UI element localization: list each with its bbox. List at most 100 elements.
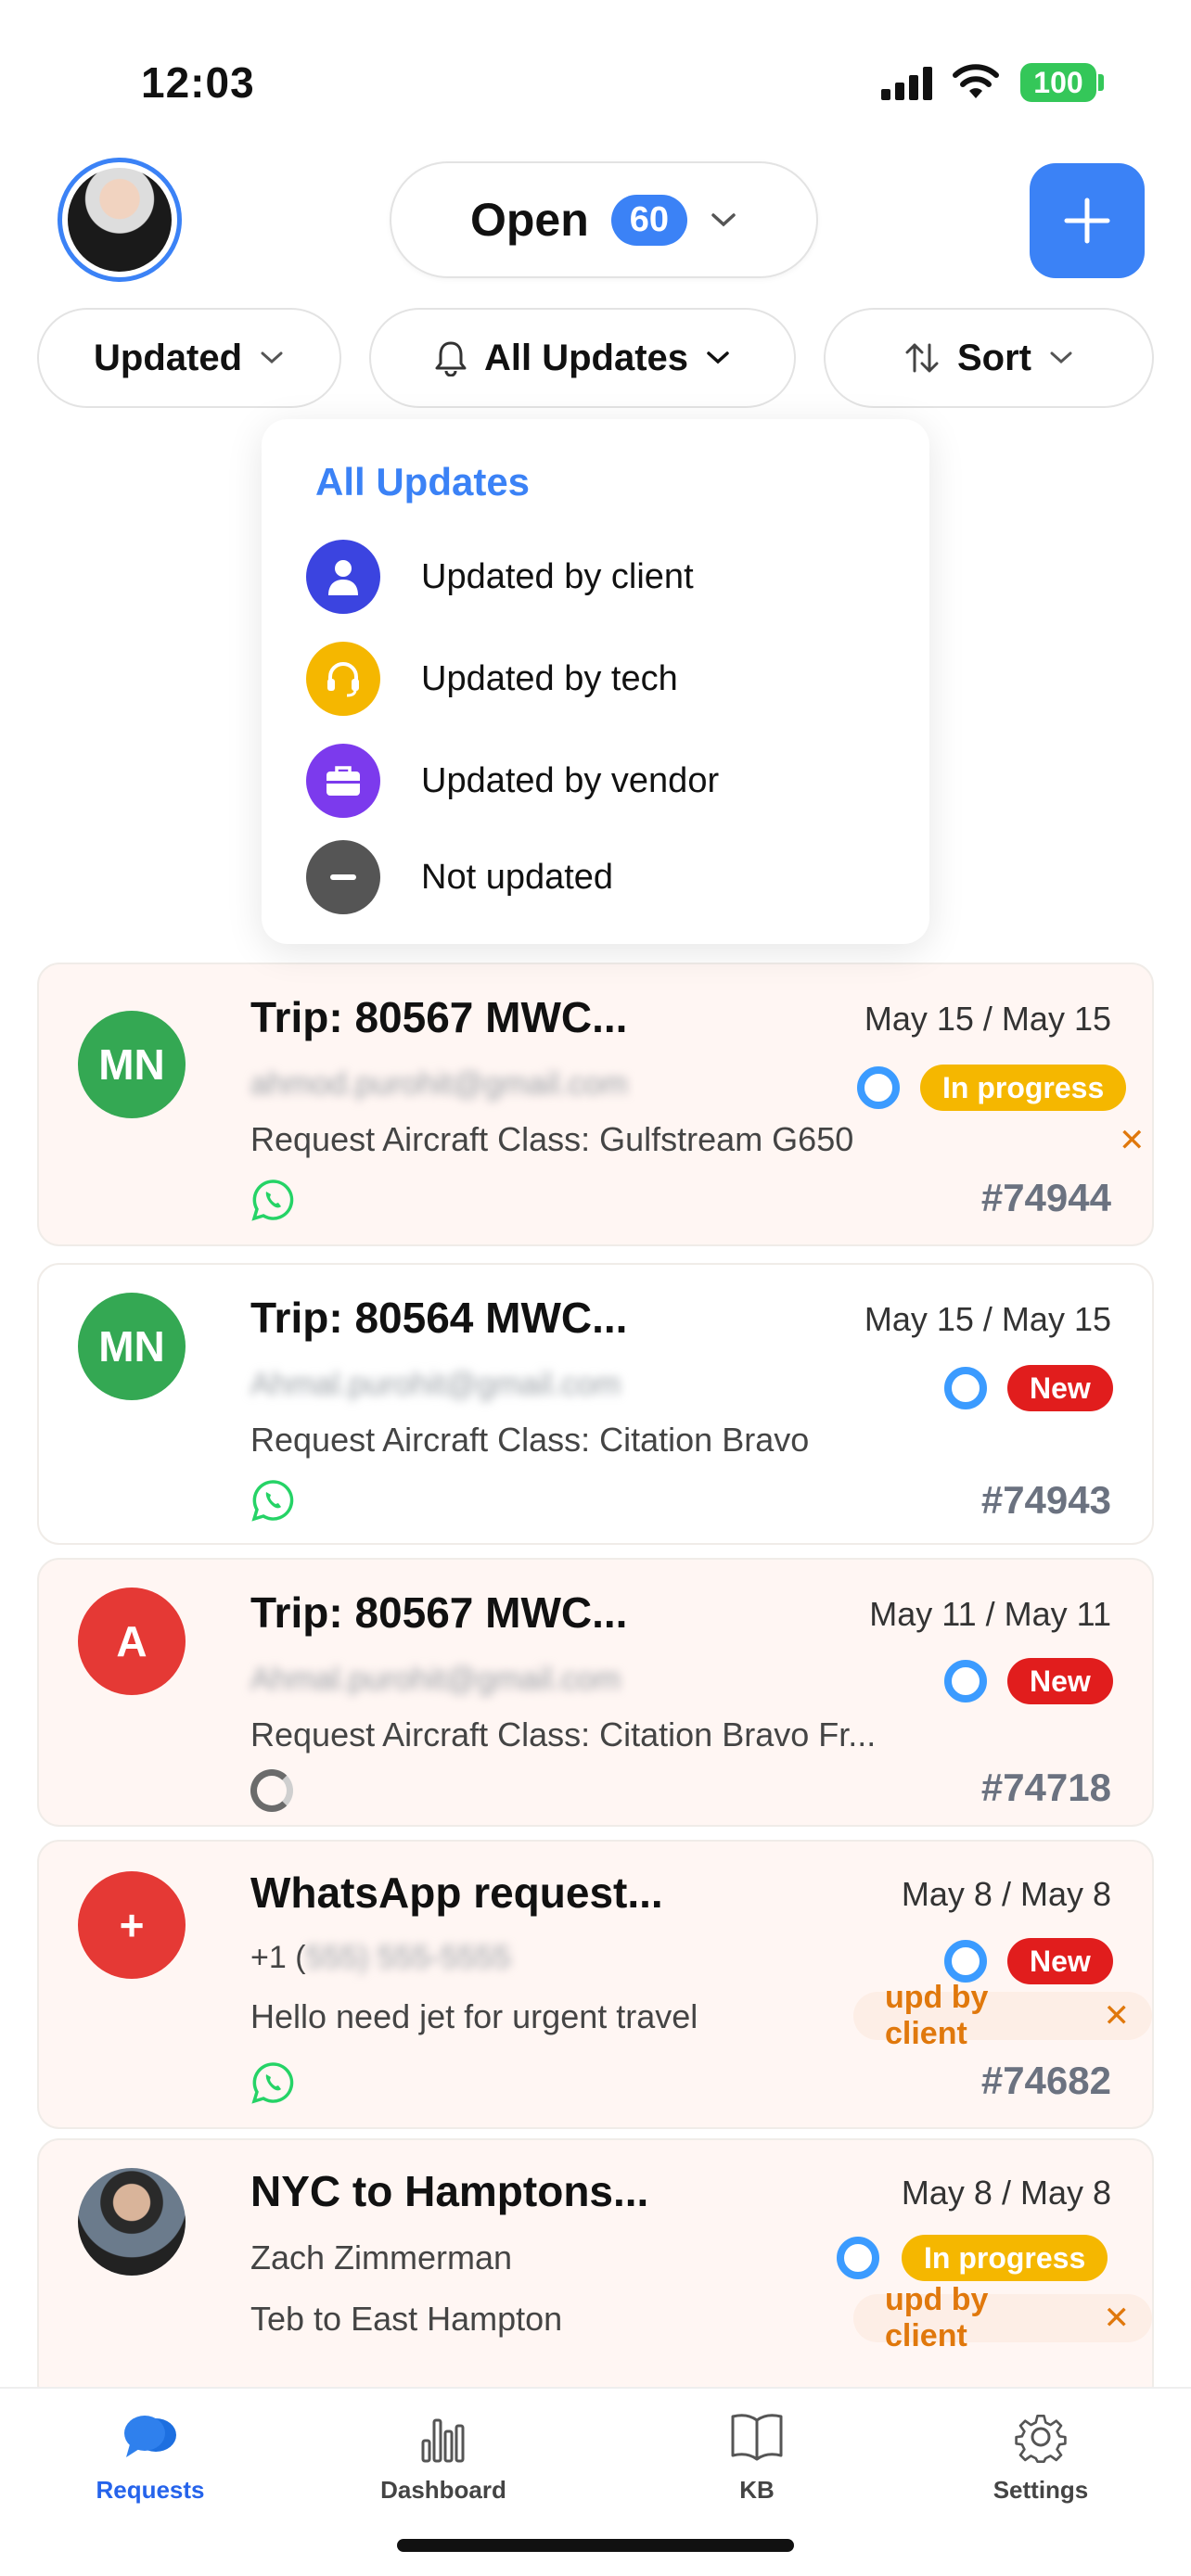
tab-dashboard[interactable]: Dashboard	[351, 2407, 536, 2505]
sort-label: Sort	[957, 337, 1031, 378]
client-phone: +1 ( 555) 555-5555	[250, 1940, 511, 1976]
plus-icon	[1064, 198, 1110, 244]
status-badge: New	[1007, 1365, 1113, 1411]
menu-item-label: Updated by client	[421, 556, 694, 596]
client-email: Ahmal.purohit@gmail.com	[250, 1367, 621, 1402]
phone-prefix: +1 (	[250, 1940, 306, 1975]
status-badge: New	[1007, 1938, 1113, 1984]
sort-arrows-icon	[905, 343, 939, 373]
briefcase-icon	[306, 744, 380, 818]
tab-label: Dashboard	[380, 2476, 506, 2504]
sort-button[interactable]: Sort	[824, 308, 1154, 408]
request-dates: May 15 / May 15	[864, 1300, 1111, 1338]
request-title: Trip: 80567 MWC...	[250, 1588, 628, 1637]
add-request-button[interactable]	[1030, 163, 1145, 278]
request-card[interactable]: + WhatsApp request... May 8 / May 8 +1 (…	[37, 1840, 1154, 2129]
status-ring-icon	[944, 1367, 987, 1409]
status-filter-label: Open	[469, 194, 589, 246]
tab-kb[interactable]: KB	[664, 2407, 850, 2505]
status-filter-button[interactable]: Open 60	[390, 161, 818, 278]
request-dates: May 8 / May 8	[901, 1875, 1111, 1913]
whatsapp-icon	[251, 1180, 294, 1221]
chevron-down-icon	[1050, 351, 1072, 364]
request-description: Hello need jet for urgent travel	[250, 1997, 698, 2035]
request-title: WhatsApp request...	[250, 1868, 663, 1917]
dismiss-update-icon[interactable]: ✕	[1119, 1122, 1146, 1159]
request-card[interactable]: MN Trip: 80567 MWC... May 15 / May 15 ah…	[37, 963, 1154, 1246]
client-name: Zach Zimmerman	[250, 2238, 513, 2276]
profile-avatar[interactable]	[58, 158, 182, 282]
minus-icon	[306, 840, 380, 914]
close-icon[interactable]: ✕	[1104, 2300, 1131, 2337]
all-updates-filter[interactable]: All Updates	[369, 308, 796, 408]
all-updates-label: All Updates	[483, 337, 689, 378]
request-title: Trip: 80567 MWC...	[250, 993, 628, 1041]
status-ring-icon	[837, 2237, 879, 2279]
client-avatar	[78, 2168, 186, 2276]
signal-icon	[881, 67, 932, 100]
chevron-down-icon	[261, 351, 283, 364]
close-icon[interactable]: ✕	[1104, 1997, 1131, 2034]
chevron-down-icon	[711, 213, 736, 227]
tab-requests[interactable]: Requests	[58, 2407, 243, 2505]
client-email: Ahmal.purohit@gmail.com	[250, 1662, 621, 1697]
status-ring-icon	[944, 1660, 987, 1702]
whatsapp-icon	[251, 1480, 294, 1522]
loading-icon	[250, 1769, 293, 1812]
updated-filter-label: Updated	[94, 337, 242, 378]
update-tag[interactable]: upd by client ✕	[853, 1980, 1152, 2051]
menu-item-label: Updated by vendor	[421, 760, 720, 800]
status-ring-icon	[944, 1940, 987, 1983]
updates-dropdown-menu: All Updates Updated by client Updated by…	[262, 419, 929, 944]
tab-settings[interactable]: Settings	[948, 2407, 1133, 2505]
status-ring-icon	[857, 1066, 900, 1109]
open-count-badge: 60	[610, 194, 688, 246]
menu-item-updated-by-client[interactable]: Updated by client	[306, 540, 694, 614]
request-description: Teb to East Hampton	[250, 2300, 563, 2338]
chat-bubbles-icon	[124, 2416, 176, 2457]
request-card[interactable]: MN Trip: 80564 MWC... May 15 / May 15 Ah…	[37, 1263, 1154, 1545]
request-number: #74682	[980, 2059, 1111, 2102]
tab-label: Settings	[992, 2476, 1089, 2504]
status-badge: In progress	[920, 1065, 1127, 1111]
gear-icon	[1015, 2415, 1067, 2463]
status-badge: In progress	[902, 2235, 1108, 2281]
person-icon	[306, 540, 380, 614]
request-title: NYC to Hamptons...	[250, 2167, 649, 2215]
battery-indicator: 100	[1020, 63, 1096, 102]
status-badge: New	[1007, 1658, 1113, 1704]
book-icon	[731, 2414, 783, 2461]
menu-item-updated-by-tech[interactable]: Updated by tech	[306, 642, 678, 716]
request-card[interactable]: NYC to Hamptons... May 8 / May 8 Zach Zi…	[37, 2138, 1154, 2407]
home-indicator	[397, 2539, 794, 2552]
request-dates: May 11 / May 11	[869, 1595, 1111, 1633]
updated-sort-filter[interactable]: Updated	[37, 308, 341, 408]
menu-item-label: Updated by tech	[421, 658, 678, 698]
bell-icon	[435, 341, 467, 376]
menu-item-updated-by-vendor[interactable]: Updated by vendor	[306, 744, 719, 818]
request-number: #74943	[980, 1478, 1111, 1522]
whatsapp-icon	[251, 2062, 294, 2104]
tab-label: Requests	[96, 2476, 205, 2504]
update-tag-label: upd by client	[885, 1980, 989, 2051]
update-tag-label: upd by client	[885, 2282, 989, 2353]
bar-chart-icon	[421, 2418, 465, 2463]
client-avatar: A	[78, 1588, 186, 1695]
request-dates: May 8 / May 8	[901, 2174, 1111, 2212]
request-title: Trip: 80564 MWC...	[250, 1294, 628, 1342]
client-avatar: +	[78, 1871, 186, 1979]
tab-label: KB	[739, 2476, 775, 2504]
request-dates: May 15 / May 15	[864, 1000, 1111, 1038]
dropdown-title-all-updates[interactable]: All Updates	[315, 460, 530, 504]
menu-item-not-updated[interactable]: Not updated	[306, 840, 613, 914]
status-time: 12:03	[141, 58, 255, 107]
request-card[interactable]: A Trip: 80567 MWC... May 11 / May 11 Ahm…	[37, 1558, 1154, 1827]
update-tag[interactable]: upd by client ✕	[853, 2282, 1152, 2353]
request-description: Request Aircraft Class: Citation Bravo F…	[250, 1715, 877, 1753]
headset-icon	[306, 642, 380, 716]
battery-tip	[1098, 74, 1104, 91]
request-description: Request Aircraft Class: Citation Bravo	[250, 1421, 810, 1459]
menu-item-label: Not updated	[421, 857, 614, 897]
request-number: #74944	[980, 1176, 1111, 1219]
chevron-down-icon	[707, 351, 729, 364]
